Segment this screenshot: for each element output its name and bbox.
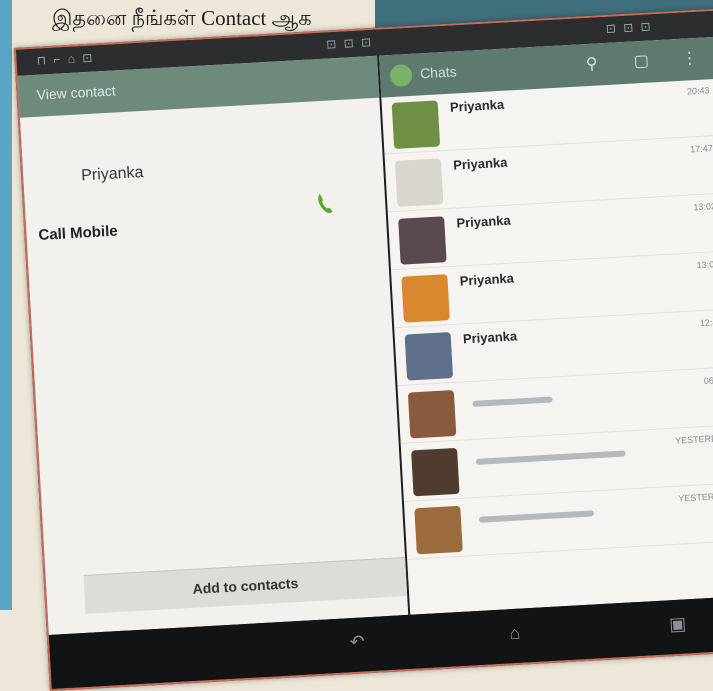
chat-timestamp: 13:02: [696, 258, 713, 271]
phone-icon[interactable]: [314, 190, 335, 215]
status-icons-left: ⊓ ⌐ ⌂ ⊡: [36, 50, 95, 68]
overflow-menu-icon[interactable]: ⋮: [681, 48, 698, 69]
search-icon[interactable]: ⚲: [585, 53, 598, 74]
chat-timestamp: YESTERDAY: [678, 490, 713, 504]
page-caption: இதனை நீங்கள் Contact ஆக: [52, 6, 312, 30]
chat-avatar: [404, 332, 454, 381]
chat-avatar: [398, 216, 447, 265]
chat-name: Priyanka: [459, 270, 515, 289]
call-mobile-button[interactable]: Call Mobile: [38, 223, 118, 244]
chat-name: Priyanka: [452, 154, 508, 173]
blurred-chat-name: [472, 396, 553, 407]
chat-avatar: [391, 100, 441, 149]
recent-apps-icon[interactable]: ▣: [669, 613, 687, 635]
chat-avatar: [411, 447, 460, 497]
tablet-screen: ⊓ ⌐ ⌂ ⊡ ⊡ ⊡ ⊡ ⊡ ⊡ ⊡ View contact Priyank…: [14, 3, 713, 691]
new-chat-icon[interactable]: ▢: [633, 51, 649, 72]
status-icons-mid: ⊡ ⊡ ⊡: [325, 34, 374, 52]
contact-name: Priyanka: [80, 163, 144, 185]
chat-avatar: [401, 274, 450, 323]
back-icon[interactable]: ↶: [349, 631, 365, 653]
chat-name: Priyanka: [456, 212, 512, 231]
chat-timestamp: YESTERDAY: [674, 432, 713, 446]
blurred-chat-name: [475, 450, 626, 465]
chat-name: Priyanka: [449, 96, 505, 115]
chat-avatar: [407, 389, 457, 439]
whatsapp-icon: [389, 63, 413, 88]
add-to-contacts-button[interactable]: Add to contacts: [83, 556, 408, 614]
view-contact-title[interactable]: View contact: [36, 82, 116, 102]
chat-name: Priyanka: [462, 328, 518, 347]
chat-avatar: [414, 505, 463, 555]
chats-title: Chats: [419, 63, 458, 82]
status-icons-right: ⊡ ⊡ ⊡: [605, 19, 654, 36]
page-margin-rule: [0, 0, 12, 610]
blurred-chat-name: [478, 510, 595, 523]
chat-timestamp: 06:11: [703, 374, 713, 387]
chat-timestamp: 20:43: [686, 85, 710, 97]
chats-pane: Chats ⚲ ▢ ⋮ Priyanka 20:43 Priyanka 17:47 Pr…: [378, 36, 713, 615]
chat-timestamp: 13:02: [693, 201, 713, 213]
home-icon[interactable]: ⌂: [509, 623, 521, 645]
view-contact-pane: View contact Priyanka Call Mobile Add to…: [17, 55, 409, 635]
chat-timestamp: 17:47: [689, 143, 713, 155]
chat-timestamp: 12:44: [699, 316, 713, 329]
chat-avatar: [394, 158, 444, 207]
